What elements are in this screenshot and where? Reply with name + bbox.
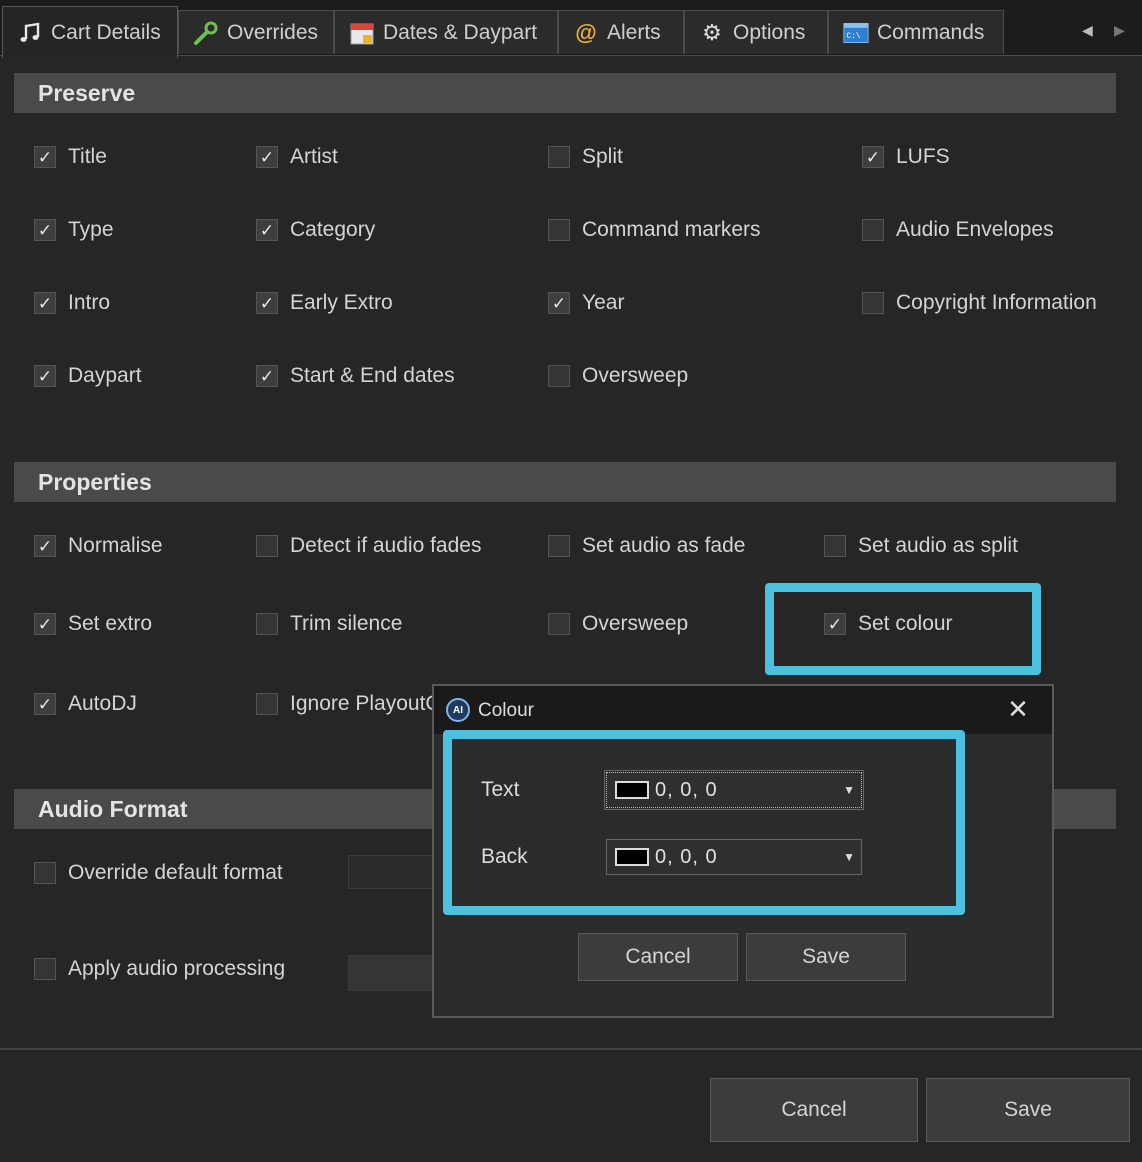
checkbox-box[interactable] bbox=[256, 613, 278, 635]
preserve-start-end-dates-checkbox[interactable]: ✓ Start & End dates bbox=[256, 361, 455, 391]
checkbox-box[interactable]: ✓ bbox=[34, 219, 56, 241]
dialog-title: Colour bbox=[478, 700, 534, 721]
checkbox-box[interactable] bbox=[548, 365, 570, 387]
preserve-daypart-checkbox[interactable]: ✓ Daypart bbox=[34, 361, 142, 391]
tab-cart-details[interactable]: Cart Details bbox=[2, 6, 178, 58]
preserve-year-checkbox[interactable]: ✓ Year bbox=[548, 288, 624, 318]
at-sign-icon: @ bbox=[575, 19, 597, 45]
checkbox-box[interactable] bbox=[548, 146, 570, 168]
checkbox-box[interactable] bbox=[824, 535, 846, 557]
preserve-lufs-checkbox[interactable]: ✓ LUFS bbox=[862, 142, 950, 172]
preserve-category-checkbox[interactable]: ✓ Category bbox=[256, 215, 375, 245]
checkbox-box[interactable] bbox=[548, 219, 570, 241]
tab-label: Dates & Daypart bbox=[383, 20, 538, 44]
dialog-cancel-button[interactable]: Cancel bbox=[578, 933, 738, 981]
properties-section-header: Properties bbox=[14, 462, 1116, 502]
tab-scroll-right-icon[interactable]: ▶ bbox=[1114, 22, 1125, 39]
checkbox-box[interactable]: ✓ bbox=[256, 219, 278, 241]
set-extro-checkbox[interactable]: ✓ Set extro bbox=[34, 609, 152, 639]
tab-label: Cart Details bbox=[51, 20, 161, 44]
checkbox-box[interactable] bbox=[862, 292, 884, 314]
checkbox-box[interactable] bbox=[256, 693, 278, 715]
dialog-save-button[interactable]: Save bbox=[746, 933, 906, 981]
preserve-copyright-checkbox[interactable]: Copyright Information bbox=[862, 288, 1097, 318]
cancel-button[interactable]: Cancel bbox=[710, 1078, 918, 1142]
checkbox-box[interactable]: ✓ bbox=[548, 292, 570, 314]
checkbox-box[interactable]: ✓ bbox=[34, 693, 56, 715]
checkbox-box[interactable] bbox=[548, 535, 570, 557]
checkbox-box[interactable]: ✓ bbox=[256, 292, 278, 314]
checkbox-box[interactable]: ✓ bbox=[34, 146, 56, 168]
preserve-artist-checkbox[interactable]: ✓ Artist bbox=[256, 142, 338, 172]
checkbox-box[interactable] bbox=[256, 535, 278, 557]
apply-audio-processing-checkbox[interactable]: Apply audio processing bbox=[34, 954, 285, 984]
preserve-early-extro-checkbox[interactable]: ✓ Early Extro bbox=[256, 288, 393, 318]
tab-label: Commands bbox=[877, 20, 985, 44]
format-selector[interactable] bbox=[348, 855, 438, 889]
tab-alerts[interactable]: @ Alerts bbox=[558, 10, 684, 54]
checkbox-box[interactable]: ✓ bbox=[34, 613, 56, 635]
checkbox-box[interactable]: ✓ bbox=[34, 365, 56, 387]
audio-processing-selector[interactable] bbox=[348, 955, 438, 991]
preserve-section-header: Preserve bbox=[14, 73, 1116, 113]
checkbox-box[interactable] bbox=[34, 862, 56, 884]
override-default-format-checkbox[interactable]: Override default format bbox=[34, 858, 283, 888]
preserve-audio-envelopes-checkbox[interactable]: Audio Envelopes bbox=[862, 215, 1054, 245]
checkbox-box[interactable] bbox=[34, 958, 56, 980]
calendar-icon bbox=[349, 20, 375, 46]
tab-label: Overrides bbox=[227, 20, 319, 44]
tab-dates-daypart[interactable]: Dates & Daypart bbox=[334, 10, 558, 54]
ignore-playout-checkbox[interactable]: Ignore PlayoutC bbox=[256, 689, 441, 719]
tab-commands[interactable]: C:\ Commands bbox=[828, 10, 1004, 54]
tab-scroll-left-icon[interactable]: ◀ bbox=[1082, 22, 1093, 39]
checkbox-box[interactable] bbox=[862, 219, 884, 241]
tab-options[interactable]: ⚙ Options bbox=[684, 10, 828, 54]
app-logo-icon: AI bbox=[446, 698, 470, 722]
colour-fields-highlight bbox=[443, 730, 965, 915]
close-icon[interactable]: ✕ bbox=[1004, 694, 1032, 724]
preserve-oversweep-checkbox[interactable]: Oversweep bbox=[548, 361, 688, 391]
music-note-icon bbox=[17, 20, 43, 46]
gear-icon: ⚙ bbox=[702, 19, 722, 45]
set-audio-as-fade-checkbox[interactable]: Set audio as fade bbox=[548, 531, 745, 561]
svg-text:C:\: C:\ bbox=[846, 33, 860, 41]
checkbox-box[interactable]: ✓ bbox=[256, 365, 278, 387]
preserve-type-checkbox[interactable]: ✓ Type bbox=[34, 215, 114, 245]
autodj-checkbox[interactable]: ✓ AutoDJ bbox=[34, 689, 137, 719]
detect-audio-fades-checkbox[interactable]: Detect if audio fades bbox=[256, 531, 481, 561]
normalise-checkbox[interactable]: ✓ Normalise bbox=[34, 531, 163, 561]
set-colour-highlight bbox=[765, 583, 1041, 675]
checkbox-box[interactable]: ✓ bbox=[34, 292, 56, 314]
wrench-icon bbox=[193, 20, 219, 46]
preserve-intro-checkbox[interactable]: ✓ Intro bbox=[34, 288, 110, 318]
trim-silence-checkbox[interactable]: Trim silence bbox=[256, 609, 402, 639]
preserve-title-checkbox[interactable]: ✓ Title bbox=[34, 142, 107, 172]
checkbox-box[interactable] bbox=[548, 613, 570, 635]
properties-oversweep-checkbox[interactable]: Oversweep bbox=[548, 609, 688, 639]
set-audio-as-split-checkbox[interactable]: Set audio as split bbox=[824, 531, 1018, 561]
tab-label: Options bbox=[733, 20, 806, 44]
checkbox-box[interactable]: ✓ bbox=[256, 146, 278, 168]
preserve-split-checkbox[interactable]: Split bbox=[548, 142, 623, 172]
checkbox-box[interactable]: ✓ bbox=[862, 146, 884, 168]
tab-label: Alerts bbox=[607, 20, 661, 44]
preserve-command-markers-checkbox[interactable]: Command markers bbox=[548, 215, 761, 245]
tab-overrides[interactable]: Overrides bbox=[178, 10, 334, 54]
save-button[interactable]: Save bbox=[926, 1078, 1130, 1142]
command-prompt-icon: C:\ bbox=[843, 20, 869, 46]
checkbox-box[interactable]: ✓ bbox=[34, 535, 56, 557]
